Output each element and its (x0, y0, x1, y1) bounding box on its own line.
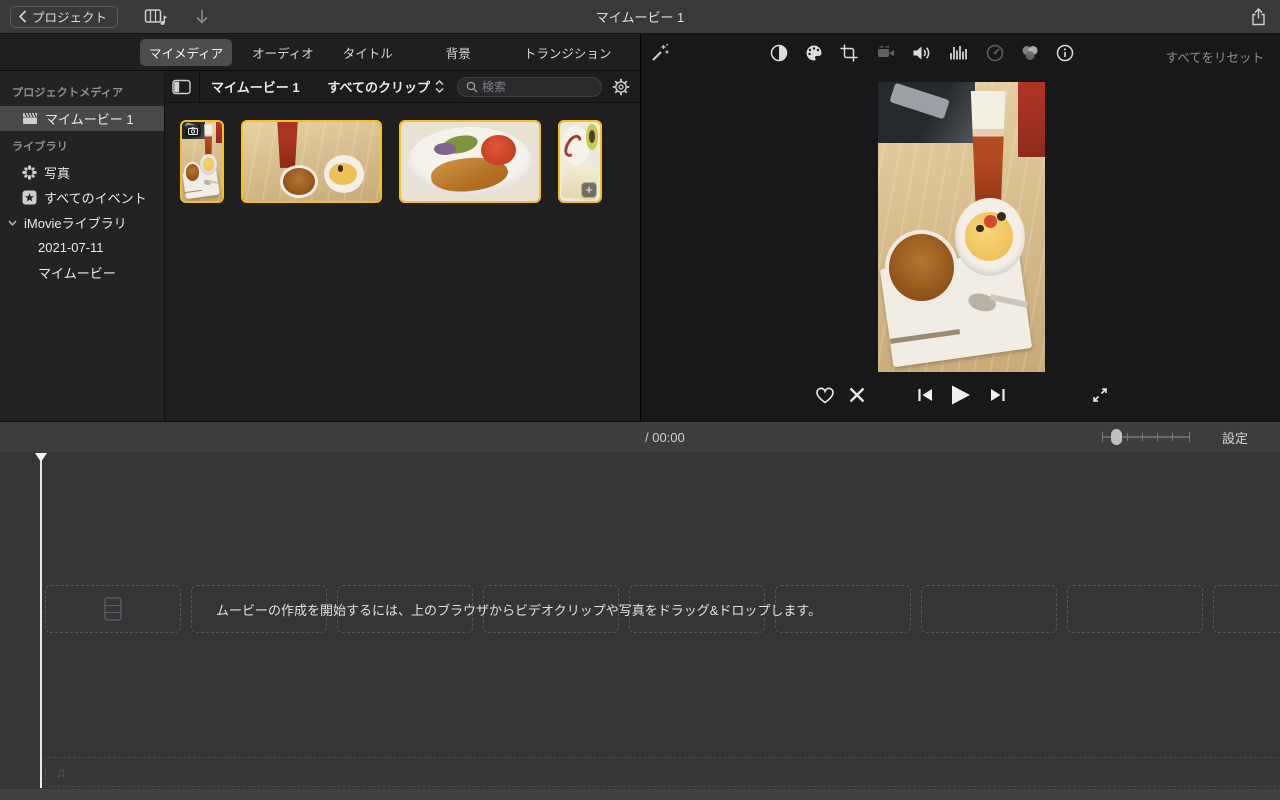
auto-enhance-wand-icon[interactable] (650, 43, 670, 63)
timeline-settings-button[interactable]: 設定 (1222, 428, 1248, 447)
share-icon[interactable] (1251, 7, 1266, 26)
projects-back-label: プロジェクト (32, 11, 108, 25)
reset-all-label[interactable]: すべてをリセット (1166, 47, 1264, 66)
filmstrip-placeholder-icon (104, 597, 122, 621)
sidebar-item-label: すべてのイベント (44, 191, 147, 206)
sidebar-item-label: 写真 (44, 166, 71, 181)
soup-bowl (183, 162, 202, 183)
sidebar-item-imovie-library[interactable]: iMovieライブラリ (0, 210, 164, 235)
playhead-line[interactable] (40, 458, 42, 788)
clip-photo-plate (401, 122, 539, 201)
chevron-left-icon (18, 10, 27, 23)
tab-audio[interactable]: オーディオ (243, 39, 323, 66)
sidebar-item-photos[interactable]: 写真 (0, 160, 164, 185)
speed-speedometer-icon[interactable] (985, 43, 1005, 63)
star-box-icon (22, 190, 37, 205)
volume-speaker-icon[interactable] (911, 43, 933, 63)
media-tabbar: マイメディア オーディオ タイトル 背景 トランジション (0, 34, 640, 71)
timeline-empty-hint: ムービーの作成を開始するには、上のブラウザからビデオクリップや写真をドラッグ&ド… (216, 602, 822, 618)
media-clip-3[interactable] (399, 120, 541, 203)
clapperboard-icon (22, 112, 38, 125)
timeline-scrollbar-area[interactable] (0, 789, 1280, 800)
tab-transitions[interactable]: トランジション (515, 39, 621, 66)
sidebar-item-event-2021-07-11[interactable]: 2021-07-11 (0, 235, 164, 260)
crop-icon[interactable] (839, 43, 859, 63)
clip-filter-label: すべてのクリップ (327, 80, 430, 95)
browser-pane: マイメディア オーディオ タイトル 背景 トランジション プロジェクトメディア (0, 34, 640, 421)
sidebar-item-my-movie-event[interactable]: マイムービー (0, 260, 164, 285)
projects-back-button[interactable]: プロジェクト (10, 5, 119, 28)
noise-equalizer-icon[interactable] (948, 43, 970, 63)
sidebar-toggle-icon[interactable] (172, 79, 191, 95)
sidebar-item-label: 2021-07-11 (38, 240, 104, 255)
music-note-icon: ♫ (56, 764, 66, 780)
titlebar: プロジェクト マイムービー 1 (0, 0, 1280, 34)
search-icon (466, 81, 478, 93)
project-media-header: プロジェクトメディア (12, 87, 124, 99)
playhead-handle[interactable] (35, 453, 47, 462)
tab-backgrounds[interactable]: 背景 (437, 39, 480, 66)
clip-filter-dropdown[interactable]: すべてのクリップ (327, 77, 445, 96)
search-field[interactable] (457, 76, 602, 97)
media-browser-header: マイムービー 1 すべてのクリップ (165, 70, 640, 103)
skip-back-icon[interactable] (917, 387, 934, 403)
placeholder-slot[interactable] (1213, 585, 1280, 633)
sidebar-item-all-events[interactable]: すべてのイベント (0, 185, 164, 210)
stabilization-camera-icon[interactable] (874, 43, 896, 63)
media-browser-icon[interactable] (144, 7, 168, 27)
timeline-zoom-slider[interactable] (1101, 429, 1190, 445)
fullscreen-expand-icon[interactable] (1091, 386, 1109, 404)
slider-thumb[interactable] (1110, 429, 1122, 445)
up-down-chevrons-icon (434, 79, 445, 94)
soup-bowl (279, 164, 319, 198)
media-browser: マイムービー 1 すべてのクリップ 検索 + (165, 70, 640, 421)
tab-titles[interactable]: タイトル (334, 39, 402, 66)
play-icon[interactable] (949, 384, 972, 406)
preview-photo (878, 82, 1045, 372)
skip-forward-icon[interactable] (989, 387, 1006, 403)
placeholder-slot[interactable] (45, 585, 181, 633)
timeline: ムービーの作成を開始するには、上のブラウザからビデオクリップや写真をドラッグ&ド… (0, 452, 1280, 800)
viewer-toolbar: すべてをリセット (641, 34, 1280, 71)
soup-bowl (884, 229, 959, 306)
photos-rosette-icon (22, 165, 37, 180)
pudding-bowl (200, 153, 218, 175)
library-header: ライブラリ (12, 141, 68, 153)
sidebar-item-my-movie[interactable]: マイムービー 1 (0, 106, 164, 131)
timeline-toolbar: / 00:00 設定 (0, 421, 1280, 452)
media-clip-1[interactable] (180, 120, 224, 203)
project-duration: / 00:00 (645, 429, 685, 445)
color-balance-icon[interactable] (769, 43, 789, 63)
clip-list: + (165, 103, 640, 203)
favorite-heart-icon[interactable] (815, 386, 835, 404)
divider (199, 70, 200, 103)
media-clip-2[interactable] (241, 120, 382, 203)
placeholder-slot[interactable] (921, 585, 1057, 633)
playback-controls (641, 382, 1280, 412)
clip-filter-circles-icon[interactable] (1020, 43, 1040, 63)
music-track-placeholder[interactable]: ♫ (45, 757, 1280, 787)
chevron-down-icon (8, 220, 17, 226)
import-media-icon[interactable] (194, 8, 210, 26)
imovie-window: プロジェクト マイムービー 1 マイメディア オーディオ タイトル 背景 トラン… (0, 0, 1280, 800)
info-icon[interactable] (1055, 43, 1075, 63)
browser-settings-gear-icon[interactable] (612, 78, 630, 96)
media-clip-4[interactable]: + (558, 120, 602, 203)
browser-title: マイムービー 1 (211, 80, 300, 95)
search-input[interactable] (482, 79, 593, 94)
pudding-bowl (954, 198, 1025, 277)
clip-photo-beer-pour (243, 122, 380, 201)
library-sidebar: プロジェクトメディア マイムービー 1 ライブラリ 写真 すべてのイベント iM… (0, 71, 165, 421)
background-jacket (1018, 82, 1045, 158)
sidebar-item-label: iMovieライブラリ (24, 216, 127, 231)
sidebar-item-label: マイムービー 1 (45, 112, 134, 127)
camera-badge-icon (185, 125, 201, 137)
viewer-pane: すべてをリセット (640, 34, 1280, 421)
add-to-timeline-plus-icon[interactable]: + (581, 182, 597, 198)
placeholder-slot[interactable] (1067, 585, 1203, 633)
tab-my-media[interactable]: マイメディア (140, 38, 233, 66)
color-correction-palette-icon[interactable] (804, 43, 824, 63)
sidebar-item-label: マイムービー (38, 266, 116, 281)
reject-x-icon[interactable] (848, 387, 866, 403)
